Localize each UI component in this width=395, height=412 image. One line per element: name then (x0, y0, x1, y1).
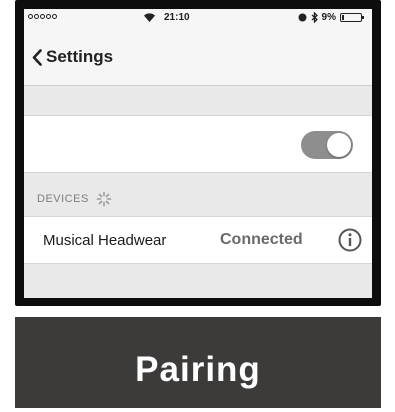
loading-spinner-icon (96, 191, 112, 207)
devices-section-header: DEVICES (37, 191, 112, 207)
battery-icon (340, 13, 364, 22)
back-button[interactable]: Settings (32, 47, 113, 67)
caption-bar: Pairing (15, 317, 381, 408)
navigation-bar: Settings (24, 27, 372, 86)
lock-rotation-icon (298, 13, 307, 22)
status-bar: 21:10 9% (24, 9, 372, 27)
device-row-musical-headwear[interactable]: Musical Headwear Connected (24, 216, 372, 264)
signal-strength-icon (28, 14, 57, 19)
device-status: Connected (220, 231, 303, 248)
devices-header-label: DEVICES (37, 193, 89, 205)
battery-percent: 9% (321, 12, 336, 23)
device-name: Musical Headwear (43, 232, 167, 249)
phone-screen: 21:10 9% Settings DEVICES Musical Headwe… (24, 9, 372, 298)
toggle-knob (327, 133, 351, 157)
bluetooth-toggle-row (24, 115, 372, 173)
bluetooth-icon (311, 12, 318, 23)
bluetooth-toggle[interactable] (301, 131, 353, 159)
status-time: 21:10 (164, 12, 190, 23)
wifi-icon (144, 13, 155, 22)
chevron-left-icon (32, 48, 42, 66)
caption-text: Pairing (135, 349, 261, 389)
back-label: Settings (46, 47, 114, 66)
info-circle-icon[interactable] (338, 228, 362, 252)
